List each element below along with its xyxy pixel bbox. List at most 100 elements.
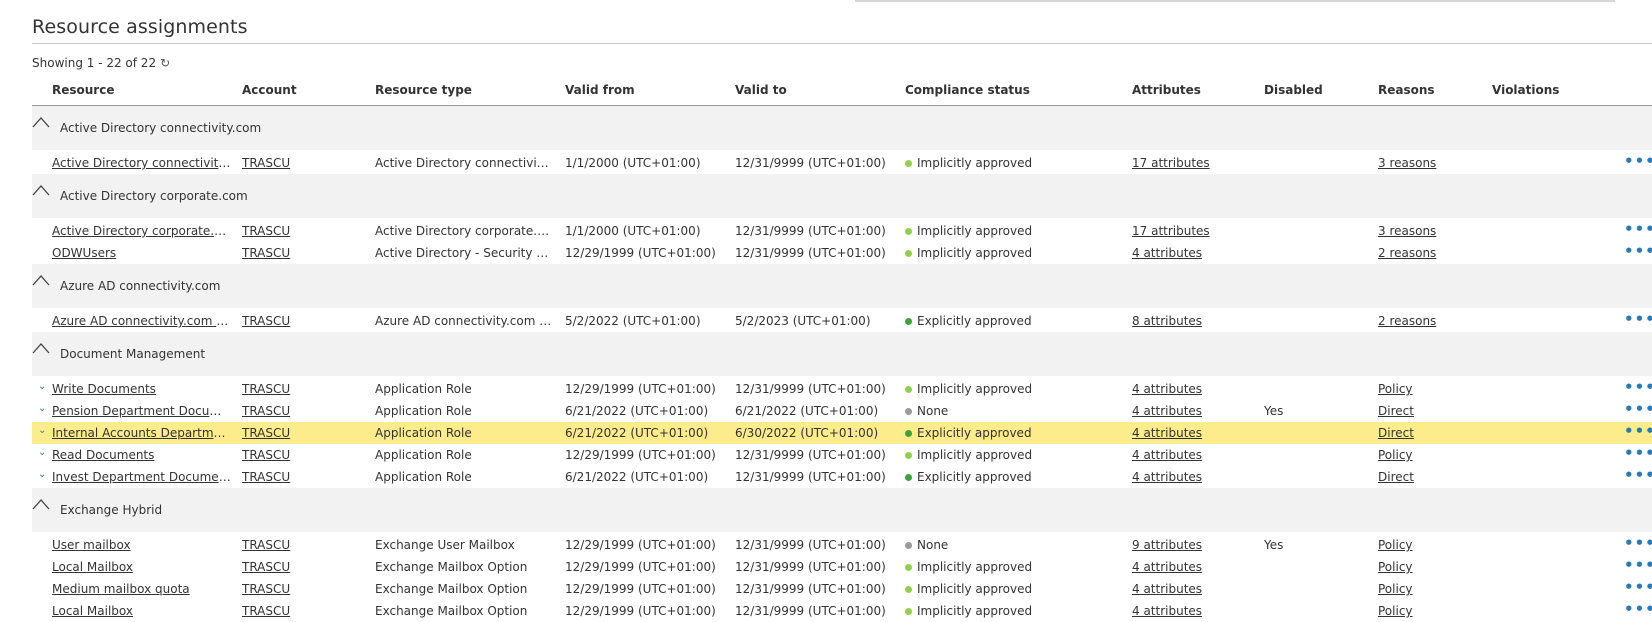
- collapse-group-icon[interactable]: [32, 184, 52, 200]
- account-link[interactable]: TRASCU: [242, 604, 362, 618]
- collapse-group-icon[interactable]: [32, 498, 52, 514]
- more-actions-icon[interactable]: •••: [1624, 579, 1652, 595]
- resource-link[interactable]: Pension Department Documents: [52, 404, 232, 418]
- more-actions-icon[interactable]: •••: [1624, 311, 1652, 327]
- resource-link[interactable]: ODWUsers: [52, 246, 232, 260]
- column-header-resource[interactable]: Resource: [52, 83, 232, 97]
- resource-link[interactable]: Azure AD connectivity.com Permanent...: [52, 314, 232, 328]
- more-actions-icon[interactable]: •••: [1624, 243, 1652, 259]
- account-link[interactable]: TRASCU: [242, 538, 362, 552]
- account-link[interactable]: TRASCU: [242, 224, 362, 238]
- expand-row-chevron-icon[interactable]: ⌄: [38, 469, 46, 480]
- resource-link[interactable]: Active Directory corporate.com Account: [52, 224, 232, 238]
- account-link[interactable]: TRASCU: [242, 448, 362, 462]
- account-link[interactable]: TRASCU: [242, 470, 362, 484]
- resource-link[interactable]: Internal Accounts Department Documents: [52, 426, 232, 440]
- table-row[interactable]: Active Directory corporate.com Account TR…: [32, 220, 1652, 242]
- resource-link[interactable]: Read Documents: [52, 448, 232, 462]
- more-actions-icon[interactable]: •••: [1624, 379, 1652, 395]
- reasons-link[interactable]: Policy: [1378, 582, 1478, 596]
- refresh-icon[interactable]: ↻: [160, 56, 170, 70]
- column-header-violations[interactable]: Violations: [1492, 83, 1592, 97]
- table-row[interactable]: ⌄ Internal Accounts Department Documents T…: [32, 422, 1652, 444]
- column-header-valid-from[interactable]: Valid from: [565, 83, 725, 97]
- expand-row-chevron-icon[interactable]: ⌄: [38, 425, 46, 436]
- more-actions-icon[interactable]: •••: [1624, 467, 1652, 483]
- table-row[interactable]: ODWUsers TRASCU Active Directory - Securit…: [32, 242, 1652, 264]
- expand-row-chevron-icon[interactable]: ⌄: [38, 447, 46, 458]
- attributes-link[interactable]: 4 attributes: [1132, 582, 1252, 596]
- account-link[interactable]: TRASCU: [242, 404, 362, 418]
- table-row[interactable]: Local Mailbox TRASCU Exchange Mailbox Opti…: [32, 556, 1652, 578]
- expand-row-chevron-icon[interactable]: ⌄: [38, 381, 46, 392]
- table-row[interactable]: ⌄ Read Documents TRASCU Application Role 12/…: [32, 444, 1652, 466]
- attributes-link[interactable]: 4 attributes: [1132, 448, 1252, 462]
- reasons-link[interactable]: 2 reasons: [1378, 246, 1478, 260]
- table-row[interactable]: ⌄ Write Documents TRASCU Application Role 12…: [32, 378, 1652, 400]
- column-header-reasons[interactable]: Reasons: [1378, 83, 1478, 97]
- more-actions-icon[interactable]: •••: [1624, 423, 1652, 439]
- account-link[interactable]: TRASCU: [242, 582, 362, 596]
- reasons-link[interactable]: 3 reasons: [1378, 156, 1478, 170]
- table-row[interactable]: ⌄ Invest Department Documents TRASCU Applic…: [32, 466, 1652, 488]
- resource-link[interactable]: User mailbox: [52, 538, 232, 552]
- resource-link[interactable]: Invest Department Documents: [52, 470, 232, 484]
- more-actions-icon[interactable]: •••: [1624, 153, 1652, 169]
- resource-link[interactable]: Write Documents: [52, 382, 232, 396]
- reasons-link[interactable]: Direct: [1378, 404, 1478, 418]
- collapse-group-icon[interactable]: [32, 342, 52, 358]
- more-actions-icon[interactable]: •••: [1624, 221, 1652, 237]
- column-header-attributes[interactable]: Attributes: [1132, 83, 1252, 97]
- column-header-account[interactable]: Account: [242, 83, 362, 97]
- resource-link[interactable]: Local Mailbox: [52, 604, 232, 618]
- column-header-resource-type[interactable]: Resource type: [375, 83, 553, 97]
- more-actions-icon[interactable]: •••: [1624, 557, 1652, 573]
- more-actions-icon[interactable]: •••: [1624, 401, 1652, 417]
- account-link[interactable]: TRASCU: [242, 426, 362, 440]
- table-row[interactable]: Azure AD connectivity.com Permanent... TR…: [32, 310, 1652, 332]
- expand-row-chevron-icon[interactable]: ⌄: [38, 403, 46, 414]
- attributes-link[interactable]: 4 attributes: [1132, 382, 1252, 396]
- column-header-compliance-status[interactable]: Compliance status: [905, 83, 1115, 97]
- table-row[interactable]: Medium mailbox quota TRASCU Exchange Mailb…: [32, 578, 1652, 600]
- more-actions-icon[interactable]: •••: [1624, 535, 1652, 551]
- table-row[interactable]: Active Directory connectivity.com Acc...…: [32, 152, 1652, 174]
- attributes-link[interactable]: 9 attributes: [1132, 538, 1252, 552]
- reasons-link[interactable]: Policy: [1378, 382, 1478, 396]
- reasons-link[interactable]: Policy: [1378, 538, 1478, 552]
- account-link[interactable]: TRASCU: [242, 560, 362, 574]
- account-link[interactable]: TRASCU: [242, 246, 362, 260]
- attributes-link[interactable]: 8 attributes: [1132, 314, 1252, 328]
- attributes-link[interactable]: 17 attributes: [1132, 224, 1252, 238]
- attributes-link[interactable]: 17 attributes: [1132, 156, 1252, 170]
- collapse-group-icon[interactable]: [32, 116, 52, 132]
- resource-link[interactable]: Local Mailbox: [52, 560, 232, 574]
- reasons-link[interactable]: Direct: [1378, 426, 1478, 440]
- reasons-link[interactable]: Policy: [1378, 604, 1478, 618]
- table-row[interactable]: User mailbox TRASCU Exchange User Mailbox 1…: [32, 534, 1652, 556]
- attributes-link[interactable]: 4 attributes: [1132, 246, 1252, 260]
- table-row[interactable]: ⌄ Pension Department Documents TRASCU Appli…: [32, 400, 1652, 422]
- attributes-link[interactable]: 4 attributes: [1132, 404, 1252, 418]
- resource-link[interactable]: Medium mailbox quota: [52, 582, 232, 596]
- reasons-link[interactable]: 3 reasons: [1378, 224, 1478, 238]
- more-actions-icon[interactable]: •••: [1624, 601, 1652, 617]
- reasons-link[interactable]: Direct: [1378, 470, 1478, 484]
- account-link[interactable]: TRASCU: [242, 156, 362, 170]
- column-header-disabled[interactable]: Disabled: [1264, 83, 1364, 97]
- table-row[interactable]: Local Mailbox TRASCU Exchange Mailbox Opti…: [32, 600, 1652, 622]
- attributes-link[interactable]: 4 attributes: [1132, 604, 1252, 618]
- account-link[interactable]: TRASCU: [242, 382, 362, 396]
- reasons-link[interactable]: Policy: [1378, 560, 1478, 574]
- attributes-link[interactable]: 4 attributes: [1132, 426, 1252, 440]
- account-link[interactable]: TRASCU: [242, 314, 362, 328]
- more-actions-icon[interactable]: •••: [1624, 445, 1652, 461]
- compliance-status-text: Implicitly approved: [917, 560, 1033, 574]
- column-header-valid-to[interactable]: Valid to: [735, 83, 895, 97]
- resource-link[interactable]: Active Directory connectivity.com Acc...: [52, 156, 232, 170]
- attributes-link[interactable]: 4 attributes: [1132, 560, 1252, 574]
- reasons-link[interactable]: 2 reasons: [1378, 314, 1478, 328]
- collapse-group-icon[interactable]: [32, 274, 52, 290]
- attributes-link[interactable]: 4 attributes: [1132, 470, 1252, 484]
- reasons-link[interactable]: Policy: [1378, 448, 1478, 462]
